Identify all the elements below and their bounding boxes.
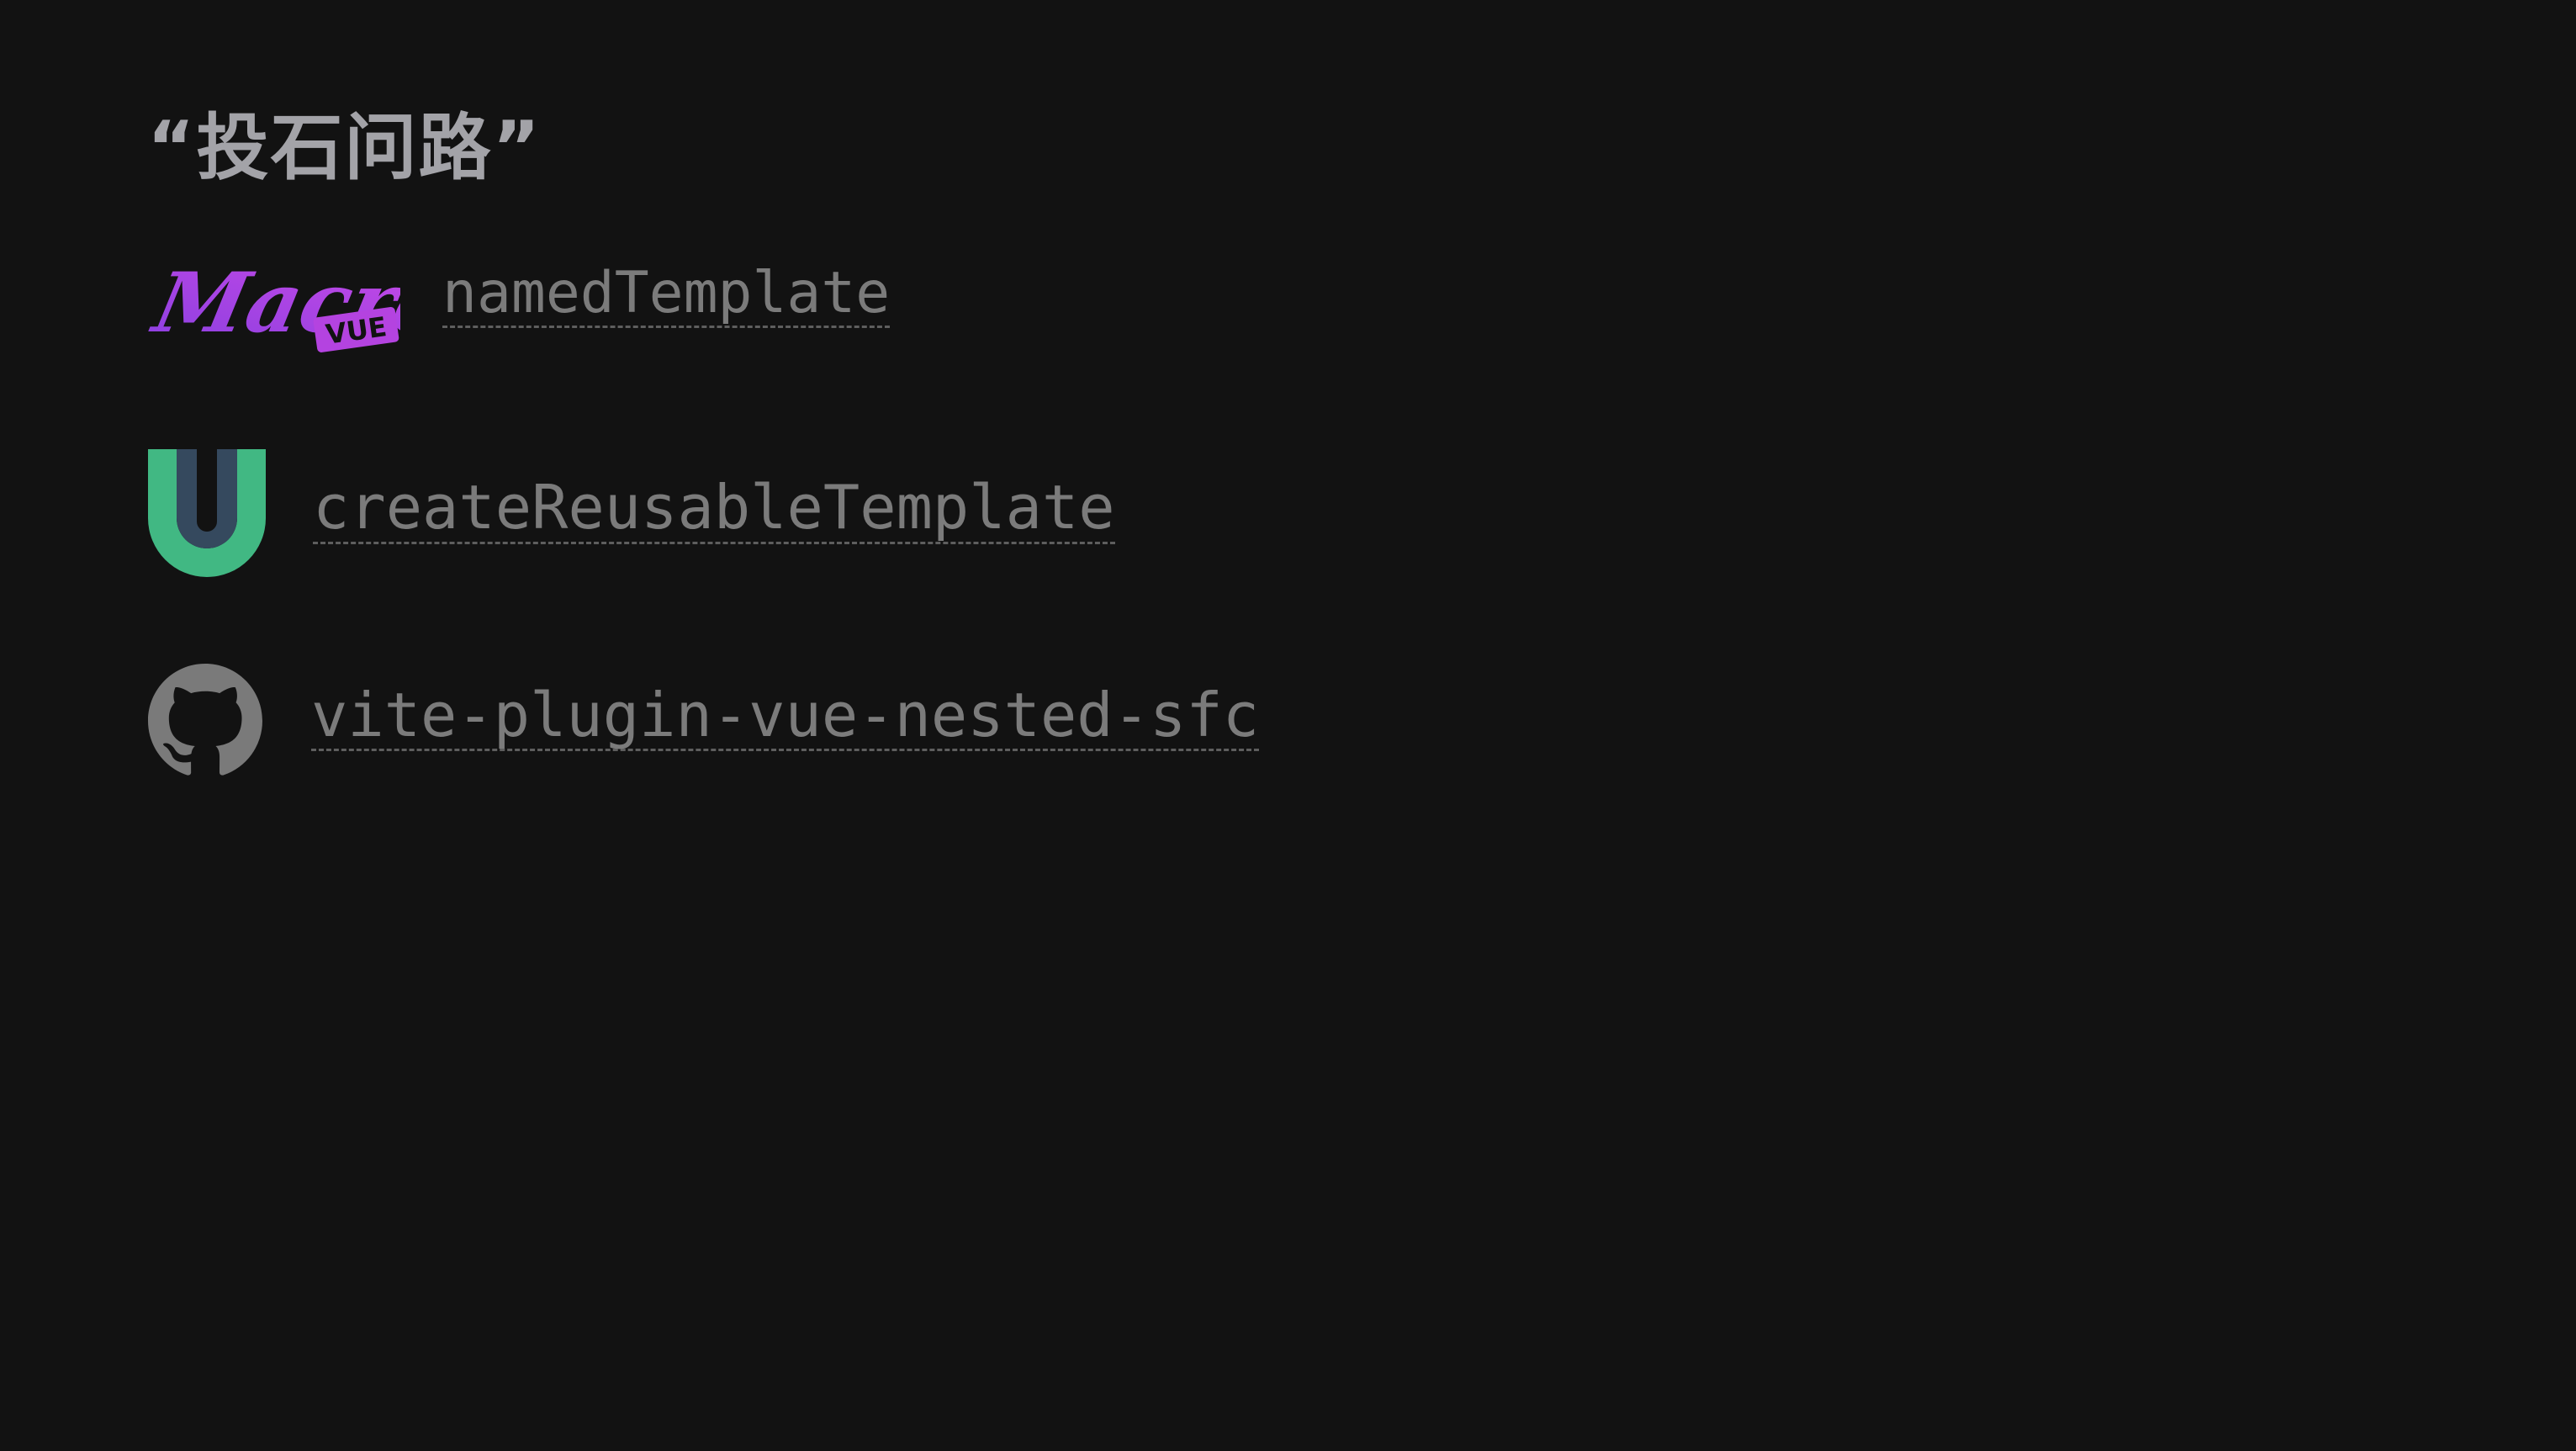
list-item-vite-plugin-vue-nested-sfc: vite-plugin-vue-nested-sfc [148,662,1260,780]
slide-title: “投石问路” [147,106,542,190]
vite-plugin-vue-nested-sfc-link[interactable]: vite-plugin-vue-nested-sfc [311,683,1260,752]
vueuse-logo-icon [148,448,266,577]
list-item-create-reusable-template: createReusableTemplate [148,447,1115,578]
slide: “投石问路” Macros VUE namedTemplate createRe… [0,0,2576,1451]
github-icon [148,664,262,778]
create-reusable-template-link[interactable]: createReusableTemplate [313,476,1115,544]
list-item-named-template: Macros VUE namedTemplate [148,238,891,368]
vue-macros-logo-icon: Macros VUE [148,241,400,367]
named-template-link[interactable]: namedTemplate [442,263,891,328]
